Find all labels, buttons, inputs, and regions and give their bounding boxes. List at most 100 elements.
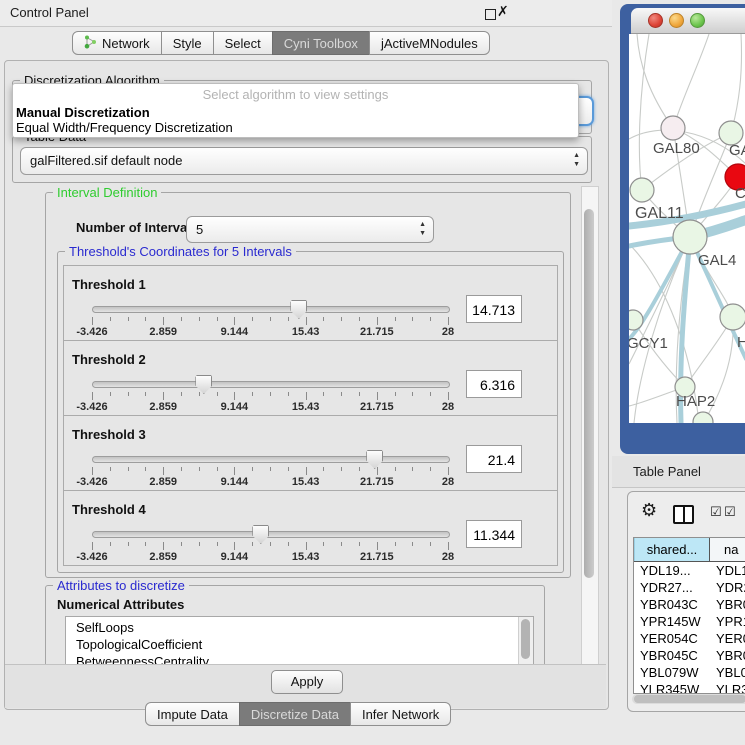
slider-track[interactable]: [92, 531, 450, 538]
attribute-list-item[interactable]: BetweennessCentrality: [66, 653, 518, 664]
threshold-panel: Threshold 4 -3.4262.8599.14415.4321.71528…: [63, 490, 558, 566]
group-title: Interval Definition: [53, 186, 161, 200]
cell-shared-name: YDR27...: [634, 579, 710, 596]
group-title: Threshold's Coordinates for 5 Intervals: [65, 244, 296, 259]
minimize-traffic-light[interactable]: [669, 13, 684, 28]
node-label: GAL80: [653, 140, 700, 157]
column-header-name[interactable]: na: [710, 538, 745, 561]
threshold-panel: Threshold 2-3.4262.8599.14415.4321.71528…: [63, 340, 558, 416]
node-partial-bottom[interactable]: [693, 412, 713, 423]
network-view-window: GAL80 GA C GAL11 GAL4 GCY1 H HAP2: [620, 4, 745, 454]
table-row[interactable]: YER054CYER0: [634, 630, 745, 647]
table-row[interactable]: YDL19...YDL1: [634, 562, 745, 579]
top-tab-jactivemnodules[interactable]: jActiveMNodules: [369, 31, 490, 55]
slider-scale-label: 9.144: [221, 551, 249, 563]
network-window-titlebar[interactable]: [631, 8, 745, 34]
close-traffic-light[interactable]: [648, 13, 663, 28]
cell-shared-name: YPR145W: [634, 613, 710, 630]
bottom-tab-impute-data[interactable]: Impute Data: [145, 702, 240, 726]
threshold-label: Threshold 2: [72, 352, 146, 367]
tab-label: Discretize Data: [251, 707, 339, 722]
table-row[interactable]: YLR345WYLR3: [634, 681, 745, 694]
combobox-arrows-icon: ▲▼: [573, 151, 580, 169]
slider-scale-label: 21.715: [360, 326, 394, 338]
gear-icon[interactable]: ⚙: [641, 500, 657, 521]
top-tab-cyni-toolbox[interactable]: Cyni Toolbox: [272, 31, 370, 55]
combobox-value: galFiltered.sif default node: [30, 153, 182, 168]
bottom-tab-discretize-data[interactable]: Discretize Data: [239, 702, 351, 726]
top-tab-style[interactable]: Style: [161, 31, 214, 55]
threshold-value-field[interactable]: 6.316: [466, 370, 522, 398]
number-of-intervals-spinner[interactable]: 5 ▲▼: [186, 216, 434, 243]
node-label: GAL4: [698, 252, 736, 269]
network-canvas[interactable]: GAL80 GA C GAL11 GAL4 GCY1 H HAP2: [629, 34, 745, 423]
cell-shared-name: YBR043C: [634, 596, 710, 613]
slider-scale: -3.4262.8599.14415.4321.71528: [92, 551, 448, 563]
table-data-combobox[interactable]: galFiltered.sif default node ▲▼: [20, 147, 588, 175]
node-gal11[interactable]: [630, 178, 654, 202]
cell-name: YPR1: [710, 613, 745, 630]
tab-label: Impute Data: [157, 707, 228, 722]
tab-label: Cyni Toolbox: [284, 36, 358, 51]
column-header-shared-name[interactable]: shared...: [634, 538, 710, 561]
attribute-list-item[interactable]: SelfLoops: [66, 619, 518, 636]
numerical-attributes-list: SelfLoopsTopologicalCoefficientBetweenne…: [65, 616, 534, 664]
slider-track[interactable]: [92, 306, 450, 313]
threshold-value-field[interactable]: 11.344: [466, 520, 522, 548]
slider-scale-label: 28: [442, 551, 454, 563]
threshold-value-field[interactable]: 21.4: [466, 445, 522, 473]
slider-scale-label: 15.43: [292, 326, 320, 338]
slider-scale-label: 2.859: [149, 401, 177, 413]
table-horizontal-scrollbar[interactable]: [632, 694, 745, 704]
node-label: GAL11: [635, 205, 684, 222]
tab-label: Select: [225, 36, 261, 51]
dropdown-option-equal-width-frequency[interactable]: Equal Width/Frequency Discretization: [15, 120, 570, 134]
table-row[interactable]: YDR27...YDR2: [634, 579, 745, 596]
cell-name: YDR2: [710, 579, 745, 596]
node-gal80[interactable]: [661, 116, 685, 140]
top-tab-network[interactable]: Network: [72, 31, 162, 55]
checkbox-icon[interactable]: ☑: [710, 504, 722, 520]
node-partial-h[interactable]: [720, 304, 745, 330]
slider-scale-label: 15.43: [292, 476, 320, 488]
top-tab-select[interactable]: Select: [213, 31, 273, 55]
bottom-tab-infer-network[interactable]: Infer Network: [350, 702, 451, 726]
slider-scale: -3.4262.8599.14415.4321.71528: [92, 401, 448, 413]
close-icon[interactable]: ✗: [497, 3, 509, 20]
threshold-label: Threshold 1: [72, 277, 146, 292]
node-gal4[interactable]: [673, 220, 707, 254]
float-window-icon[interactable]: [485, 9, 496, 20]
thresholds-coordinates-group: Threshold's Coordinates for 5 Intervals …: [57, 251, 564, 573]
attributes-to-discretize-group: Attributes to discretize Numerical Attri…: [45, 585, 545, 664]
slider-scale-label: 9.144: [221, 401, 249, 413]
checkbox-icon[interactable]: ☑: [724, 504, 736, 520]
slider-scale-label: 21.715: [360, 551, 394, 563]
cell-shared-name: YDL19...: [634, 562, 710, 579]
cell-shared-name: YLR345W: [634, 681, 710, 694]
table-row[interactable]: YBR043CYBR0: [634, 596, 745, 613]
table-row[interactable]: YBL079WYBL0: [634, 664, 745, 681]
control-panel-titlebar: Control Panel ✗: [0, 0, 612, 27]
threshold-label: Threshold 3: [72, 427, 146, 442]
dropdown-option-manual-discretization[interactable]: Manual Discretization: [15, 105, 570, 119]
settings-vertical-scrollbar[interactable]: [581, 186, 599, 666]
threshold-value-field[interactable]: 14.713: [466, 295, 522, 323]
table-row[interactable]: YBR045CYBR0: [634, 647, 745, 664]
numerical-attributes-label: Numerical Attributes: [57, 597, 184, 612]
threshold-label: Threshold 4: [72, 502, 146, 517]
attribute-list-item[interactable]: TopologicalCoefficient: [66, 636, 518, 653]
slider-scale-label: 28: [442, 476, 454, 488]
apply-button[interactable]: Apply: [271, 670, 343, 694]
node-label: HAP2: [676, 393, 715, 410]
attributes-list-scrollbar[interactable]: [518, 617, 533, 664]
columns-icon[interactable]: [673, 505, 694, 524]
slider-track[interactable]: [92, 381, 450, 388]
slider-track[interactable]: [92, 456, 450, 463]
table-row[interactable]: YPR145WYPR1: [634, 613, 745, 630]
zoom-traffic-light[interactable]: [690, 13, 705, 28]
slider-ticks: [92, 317, 448, 326]
network-icon: [84, 35, 97, 52]
slider-scale-label: 28: [442, 326, 454, 338]
threshold-panel: Threshold 3-3.4262.8599.14415.4321.71528…: [63, 415, 558, 491]
node-gcy1[interactable]: [629, 310, 643, 330]
